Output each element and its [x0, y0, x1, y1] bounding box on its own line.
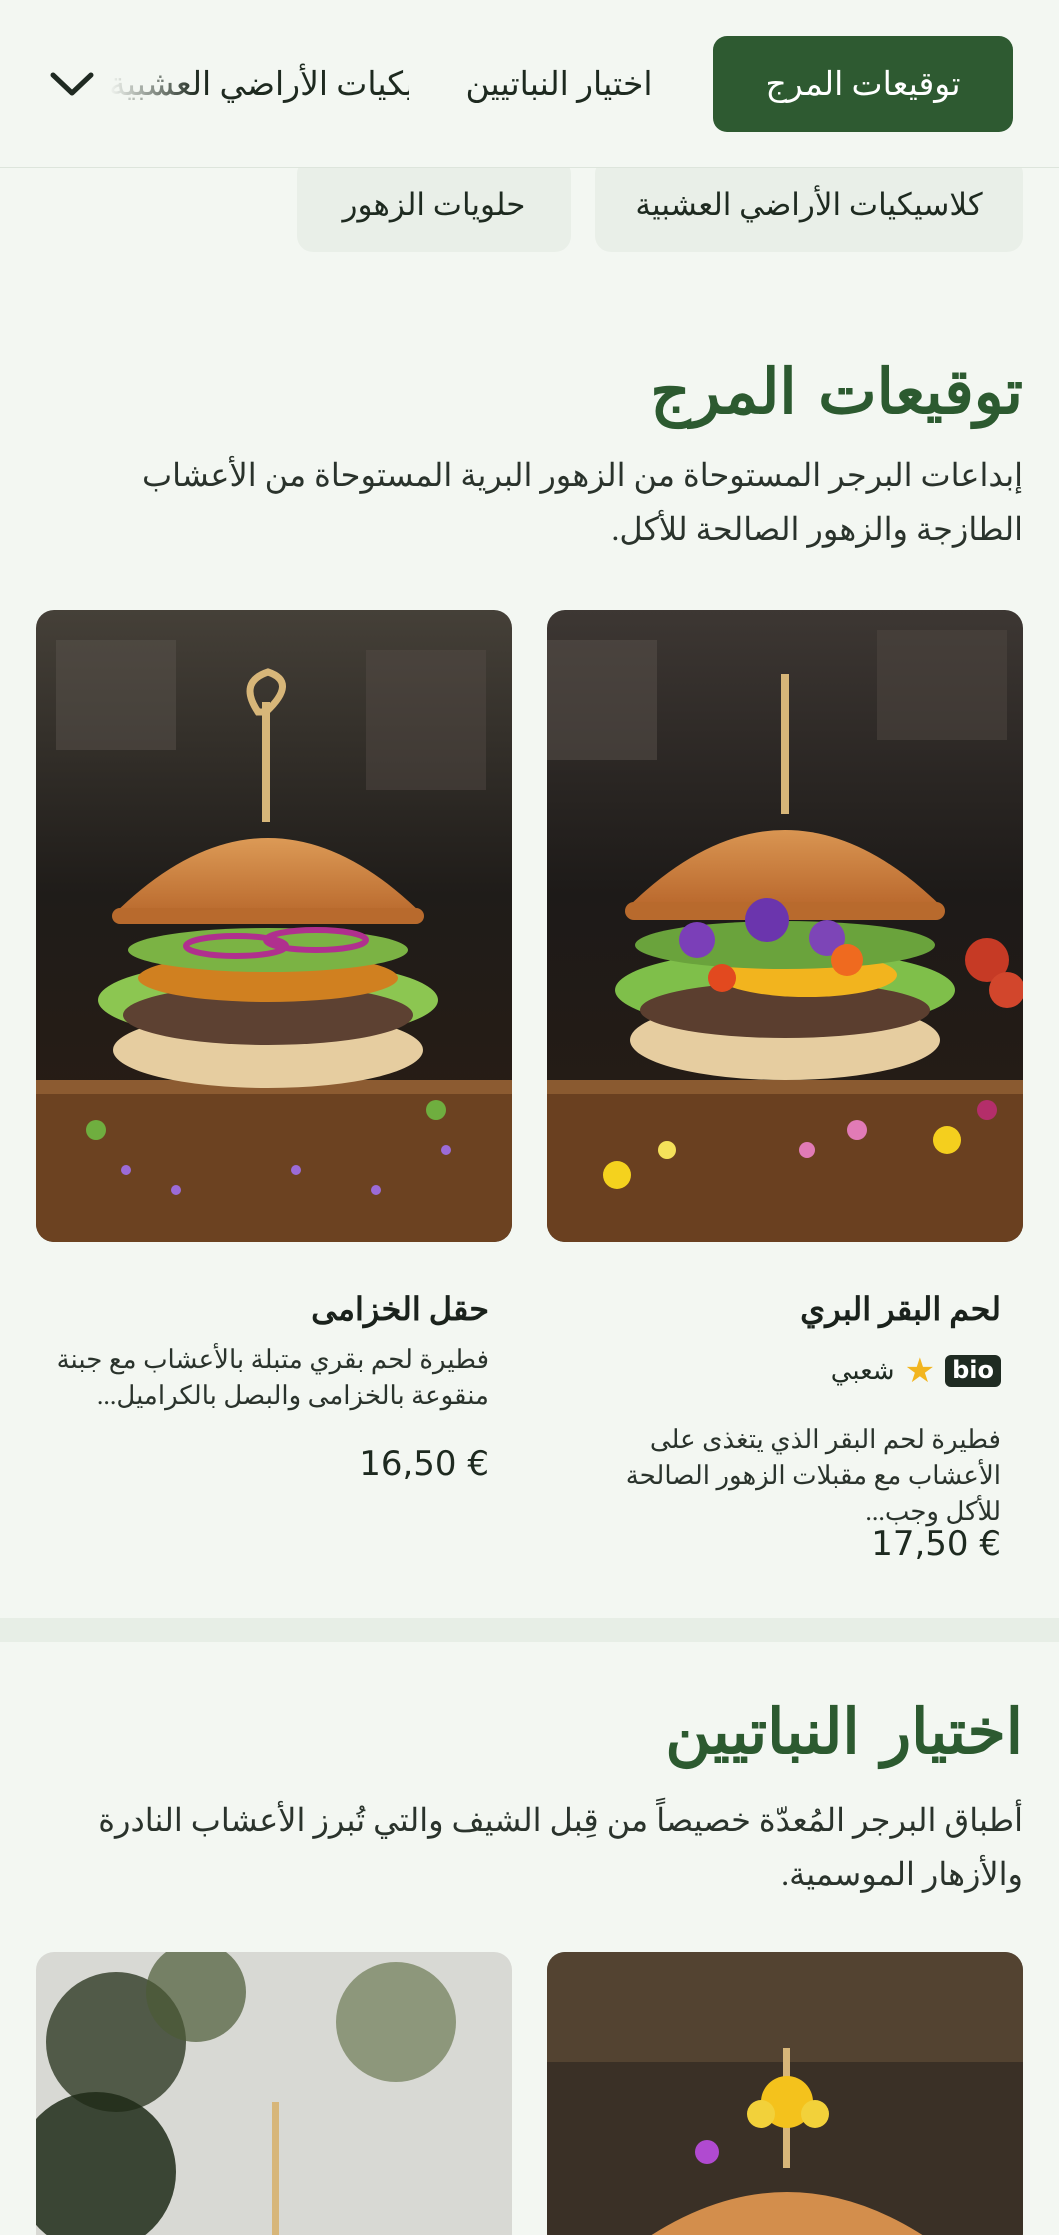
bio-badge: bio	[945, 1355, 1001, 1387]
chevron-down-icon[interactable]	[48, 62, 96, 106]
category-tabs: توقيعات المرج اختيار النباتيين كلاسيكيات…	[0, 0, 1059, 168]
section-title-meadow-signatures: توقيعات المرج	[650, 355, 1023, 428]
section-description: أطباق البرجر المُعدّة خصيصاً من قِبل الش…	[98, 1802, 1023, 1892]
chip-grassland-classics[interactable]: كلاسيكيات الأراضي العشبية	[595, 158, 1023, 252]
tab-grassland-classics[interactable]: كلاسيكيات الأراضي العشبية	[109, 36, 409, 132]
tab-meadow-signatures[interactable]: توقيعات المرج	[713, 36, 1013, 132]
item-name[interactable]: لحم البقر البري	[800, 1290, 1001, 1328]
star-icon: ★	[904, 1351, 936, 1391]
popular-tag: شعبي	[830, 1356, 895, 1385]
item-description: فطيرة لحم البقر الذي يتغذى على الأعشاب م…	[625, 1425, 1001, 1526]
item-description: فطيرة لحم بقري متبلة بالأعشاب مع جبنة من…	[56, 1345, 489, 1410]
wild-beef-burger-image[interactable]	[547, 610, 1023, 1242]
chip-floral-desserts[interactable]: حلويات الزهور	[297, 158, 571, 252]
section-description: إبداعات البرجر المستوحاة من الزهور البري…	[141, 457, 1023, 547]
item-name[interactable]: حقل الخزامى	[311, 1290, 489, 1328]
section-divider	[0, 1618, 1059, 1642]
vegetarian-burger-image[interactable]	[36, 1952, 512, 2235]
tab-vegetarian-choice[interactable]: اختيار النباتيين	[439, 36, 679, 132]
item-badges: شعبي ★ bio	[831, 1354, 1001, 1388]
item-price: 16,50 €	[359, 1444, 489, 1484]
item-price: 17,50 €	[871, 1524, 1001, 1564]
vegetarian-burger-image[interactable]	[547, 1952, 1023, 2235]
section-title-vegetarian-choice: اختيار النباتيين	[665, 1695, 1023, 1768]
lavender-field-burger-image[interactable]	[36, 610, 512, 1242]
